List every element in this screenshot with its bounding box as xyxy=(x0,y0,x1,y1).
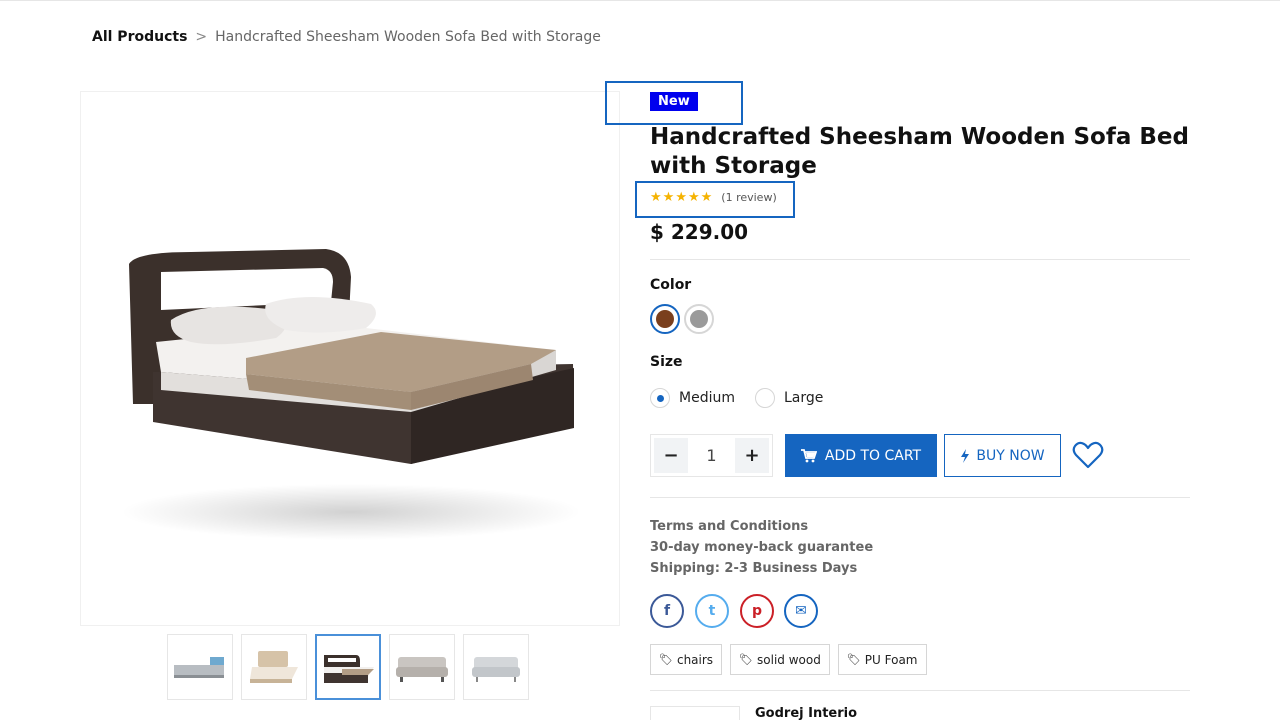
tag-chairs[interactable]: 🏷 chairs xyxy=(650,644,723,675)
cart-icon xyxy=(800,448,817,462)
tag-label: solid wood xyxy=(757,652,821,667)
color-dot xyxy=(656,310,674,328)
tag-label: PU Foam xyxy=(864,652,918,667)
top-divider xyxy=(0,0,1280,1)
bed-image xyxy=(121,249,581,540)
brand-logo[interactable] xyxy=(650,706,740,720)
price-divider xyxy=(650,259,1190,260)
quantity-stepper: − + xyxy=(650,434,773,477)
facebook-share-button[interactable]: f xyxy=(650,594,684,628)
quantity-increase-button[interactable]: + xyxy=(735,438,769,473)
size-radio-medium[interactable] xyxy=(650,388,670,408)
thumbnail-three-seater-sofa[interactable] xyxy=(389,634,455,700)
product-rating[interactable]: ★ ★ ★ ★ ★ (1 review) xyxy=(650,190,777,205)
size-radio-large[interactable] xyxy=(755,388,775,408)
breadcrumb-separator: > xyxy=(195,29,208,45)
pinterest-icon: p xyxy=(751,603,763,619)
quantity-input[interactable] xyxy=(691,446,732,465)
size-option-medium[interactable]: Medium xyxy=(650,388,735,408)
tags-divider xyxy=(650,690,1190,691)
thumbnail-wooden-storage-bed[interactable] xyxy=(315,634,381,700)
size-label: Size xyxy=(650,354,683,370)
actions-divider xyxy=(650,497,1190,498)
twitter-share-button[interactable]: t xyxy=(695,594,729,628)
thumbnail-grey-sofa[interactable] xyxy=(463,634,529,700)
tag-icon: 🏷 xyxy=(846,653,861,666)
product-price: $ 229.00 xyxy=(650,220,749,244)
main-product-image[interactable] xyxy=(80,91,620,626)
size-option-label: Medium xyxy=(679,390,735,406)
color-label: Color xyxy=(650,277,692,293)
tag-pu-foam[interactable]: 🏷 PU Foam xyxy=(837,644,927,675)
terms-link[interactable]: Terms and Conditions xyxy=(650,519,808,534)
product-title: Handcrafted Sheesham Wooden Sofa Bed wit… xyxy=(650,124,1189,179)
buy-now-button[interactable]: BUY NOW xyxy=(944,434,1061,477)
tag-icon: 🏷 xyxy=(739,653,754,666)
quantity-decrease-button[interactable]: − xyxy=(654,438,688,473)
shipping-text: Shipping: 2-3 Business Days xyxy=(650,561,858,576)
size-option-label: Large xyxy=(784,390,824,406)
tag-icon: 🏷 xyxy=(659,653,673,666)
thumbnail-l-shaped-sofa[interactable] xyxy=(167,634,233,700)
star-icon: ★ xyxy=(650,190,662,205)
star-icon: ★ xyxy=(662,190,675,205)
size-option-large[interactable]: Large xyxy=(755,388,823,408)
add-to-cart-button[interactable]: ADD TO CART xyxy=(785,434,937,477)
bolt-icon xyxy=(961,448,970,463)
breadcrumb-all-products-link[interactable]: All Products xyxy=(92,29,187,45)
star-icon: ★ xyxy=(700,190,713,205)
email-share-button[interactable]: ✉ xyxy=(784,594,818,628)
color-swatch-grey[interactable] xyxy=(684,304,714,334)
twitter-icon: t xyxy=(708,603,716,619)
guarantee-text: 30-day money-back guarantee xyxy=(650,540,874,555)
breadcrumb: All Products > Handcrafted Sheesham Wood… xyxy=(92,29,601,45)
star-icon: ★ xyxy=(687,190,700,205)
tag-label: chairs xyxy=(676,652,714,667)
color-dot xyxy=(690,310,708,328)
thumbnail-upholstered-bed[interactable] xyxy=(241,634,307,700)
wishlist-heart-icon[interactable] xyxy=(1072,440,1104,470)
add-to-cart-label: ADD TO CART xyxy=(824,447,922,464)
breadcrumb-current: Handcrafted Sheesham Wooden Sofa Bed wit… xyxy=(215,29,601,45)
terms-block: Terms and Conditions 30-day money-back g… xyxy=(650,516,873,579)
facebook-icon: f xyxy=(663,603,671,619)
new-badge: New xyxy=(650,92,698,111)
tag-solid-wood[interactable]: 🏷 solid wood xyxy=(730,644,830,675)
brand-name[interactable]: Godrej Interio xyxy=(755,706,857,720)
buy-now-label: BUY NOW xyxy=(976,447,1045,464)
thumbnail-strip xyxy=(167,634,529,700)
color-swatch-brown[interactable] xyxy=(650,304,680,334)
email-icon: ✉ xyxy=(795,603,807,619)
pinterest-share-button[interactable]: p xyxy=(740,594,774,628)
star-icon: ★ xyxy=(675,190,687,205)
product-tags: 🏷 chairs 🏷 solid wood 🏷 PU Foam xyxy=(650,644,927,675)
review-count[interactable]: (1 review) xyxy=(721,191,776,204)
